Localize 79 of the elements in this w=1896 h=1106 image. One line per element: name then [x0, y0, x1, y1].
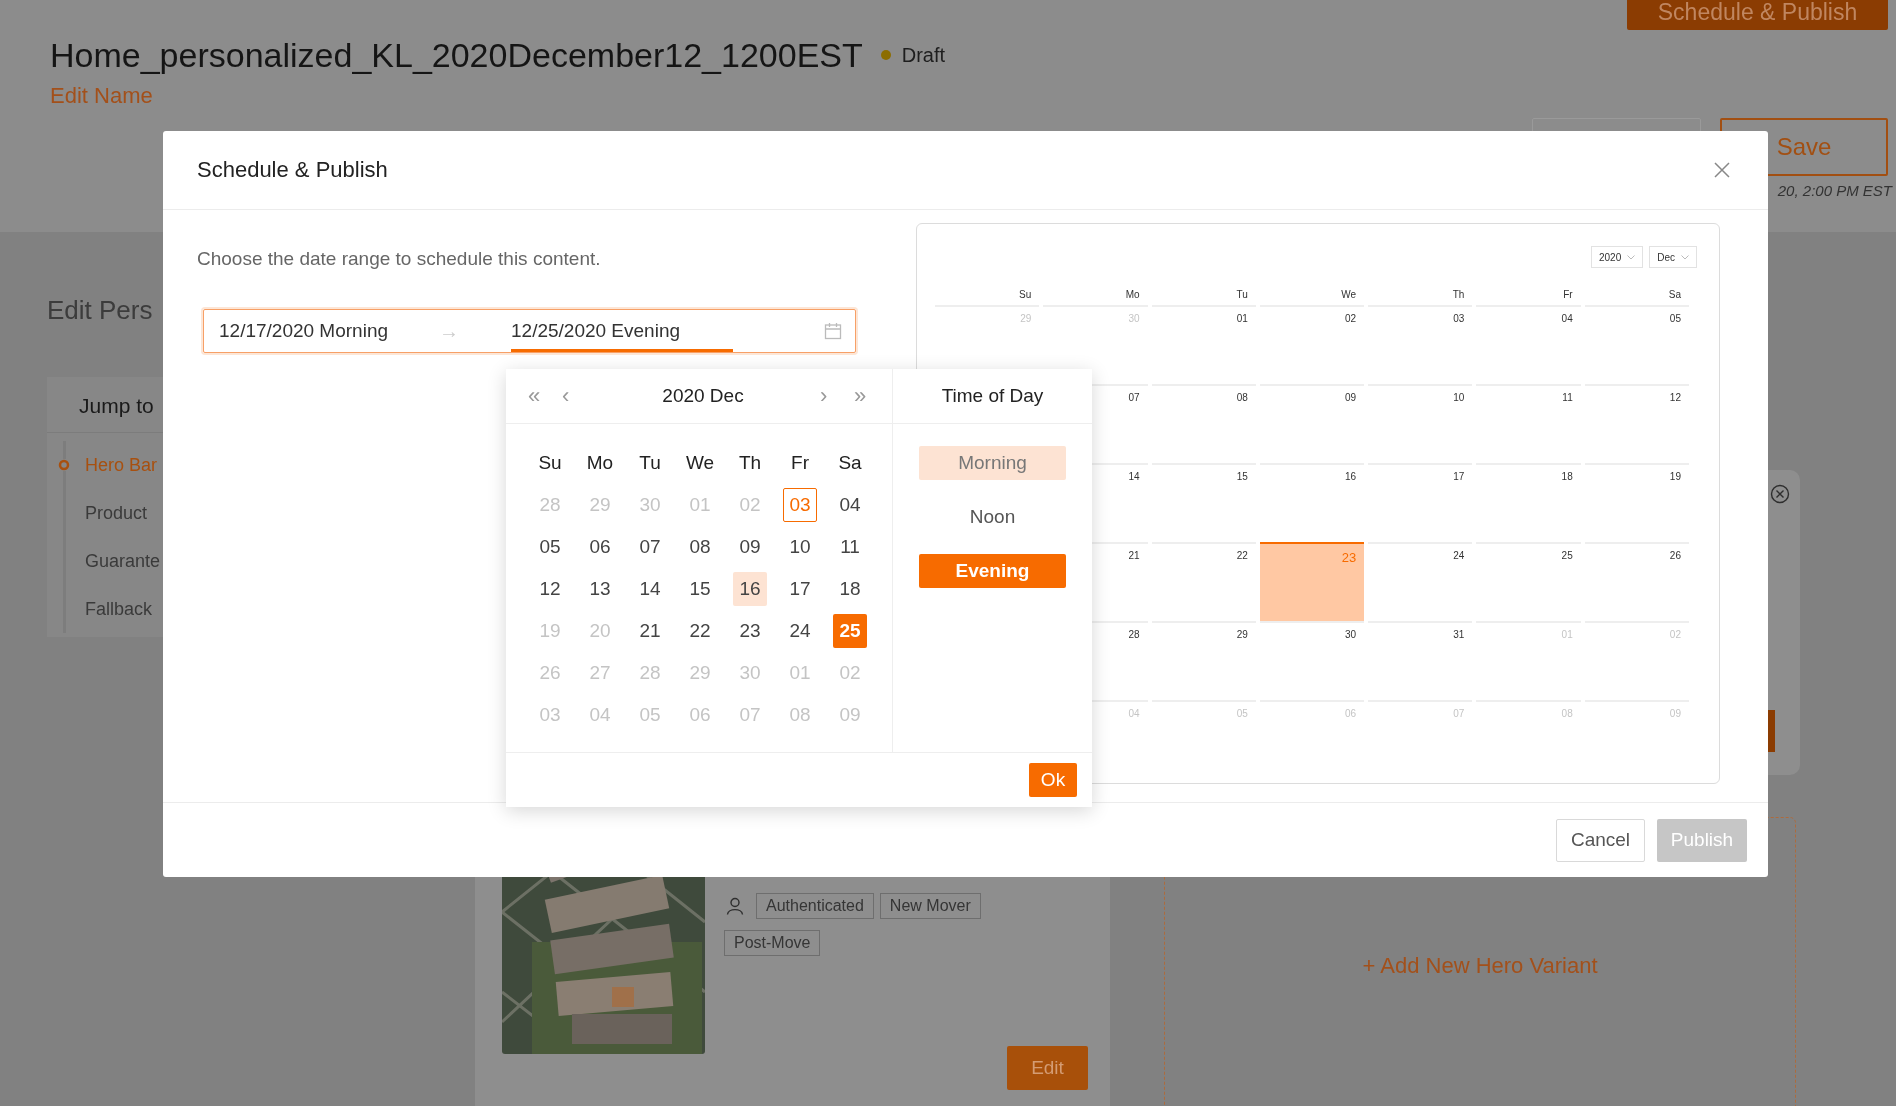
month-label: 2020 Dec — [661, 385, 745, 407]
day-cell[interactable]: 18 — [833, 572, 867, 606]
weekday-label: Su — [537, 451, 563, 475]
day-cell[interactable]: 08 — [683, 530, 717, 564]
day-cell[interactable]: 04 — [833, 488, 867, 522]
calendar-day-cell[interactable]: 02 — [1259, 305, 1365, 384]
calendar-day-cell[interactable]: 29 — [1151, 621, 1256, 700]
day-cell[interactable]: 10 — [783, 530, 817, 564]
weekday-label: Th — [737, 451, 763, 475]
calendar-day-cell[interactable]: 17 — [1368, 463, 1473, 542]
day-cell[interactable]: 07 — [633, 530, 667, 564]
day-cell[interactable]: 11 — [833, 530, 867, 564]
calendar-day-cell[interactable]: 11 — [1476, 384, 1581, 463]
dialog-title: Schedule & Publish — [197, 157, 388, 183]
calendar-day-cell[interactable]: 10 — [1368, 384, 1473, 463]
calendar-day-cell[interactable]: 18 — [1476, 463, 1581, 542]
calendar-day-cell[interactable]: 24 — [1368, 542, 1473, 621]
day-cell[interactable]: 06 — [583, 530, 617, 564]
weekday-label: We — [1340, 289, 1358, 302]
weekday-label: Sa — [837, 451, 863, 475]
time-header: Time of Day — [893, 369, 1092, 424]
day-cell[interactable]: 21 — [633, 614, 667, 648]
day-cell[interactable]: 12 — [533, 572, 567, 606]
calendar-icon — [824, 322, 842, 340]
calendar-day-cell[interactable]: 03 — [1368, 305, 1473, 384]
calendar-day-cell[interactable]: 05 — [1584, 305, 1689, 384]
weekday-label: Th — [1451, 289, 1466, 302]
user-icon — [726, 897, 744, 915]
last-saved-text: 20, 2:00 PM EST — [1777, 182, 1892, 199]
day-cell[interactable]: 16 — [733, 572, 767, 606]
weekday-label: Tu — [638, 451, 662, 475]
date-range-field[interactable]: 12/17/2020 Morning → 12/25/2020 Evening — [203, 309, 856, 353]
calendar-day-cell[interactable]: 25 — [1476, 542, 1581, 621]
weekday-label: Tu — [1235, 289, 1249, 302]
caret-icon — [1627, 254, 1636, 260]
calendar-day-cell[interactable]: 04 — [1476, 305, 1581, 384]
calendar-day-cell[interactable]: 09 — [1259, 384, 1365, 463]
close-icon[interactable] — [1770, 484, 1790, 504]
tag-label: New Mover — [879, 893, 981, 919]
page-title: Home_personalized_KL_2020December12_1200EST — [50, 35, 863, 75]
section-title: Edit Pers — [47, 295, 154, 325]
calendar-day-cell[interactable]: 30 — [1259, 621, 1365, 700]
close-icon[interactable] — [1714, 162, 1730, 178]
month-select[interactable]: Dec — [1649, 246, 1697, 268]
weekday-label: Mo — [585, 451, 615, 475]
cancel-button[interactable]: Cancel — [1556, 818, 1645, 862]
range-arrow: → — [439, 319, 460, 343]
calendar-day-cell[interactable]: 12 — [1584, 384, 1689, 463]
weekday-label: Mo — [1124, 289, 1141, 302]
day-cell[interactable]: 15 — [683, 572, 717, 606]
calendar-day-cell[interactable]: 08 — [1151, 384, 1256, 463]
caret-icon — [1681, 254, 1689, 260]
tag-label: Authenticated — [756, 893, 874, 919]
day-cell[interactable]: 09 — [733, 530, 767, 564]
day-cell[interactable]: 17 — [783, 572, 817, 606]
calendar-day-cell[interactable]: 01 — [1151, 305, 1256, 384]
weekday-label: Su — [1018, 289, 1033, 302]
weekday-label: Sa — [1667, 289, 1682, 302]
calendar-day-cell[interactable]: 31 — [1368, 621, 1473, 700]
end-date-value[interactable]: 12/25/2020 Evening — [511, 310, 733, 352]
start-date-value[interactable]: 12/17/2020 Morning — [219, 310, 439, 352]
day-cell[interactable]: 05 — [533, 530, 567, 564]
weekday-label: We — [684, 451, 716, 475]
instruction-text: Choose the date range to schedule this content. — [197, 248, 602, 270]
tag-label: Post-Move — [724, 930, 821, 956]
weekday-label: Fr — [790, 451, 810, 475]
calendar-day-cell[interactable]: 15 — [1151, 463, 1256, 542]
day-cell[interactable]: 13 — [583, 572, 617, 606]
time-option[interactable]: Morning — [919, 446, 1066, 480]
calendar-day-cell[interactable]: 26 — [1584, 542, 1689, 621]
calendar-day-cell[interactable]: 22 — [1151, 542, 1256, 621]
day-cell[interactable]: 24 — [783, 614, 817, 648]
status-label: Draft — [901, 43, 946, 67]
day-cell[interactable]: 14 — [633, 572, 667, 606]
year-select[interactable]: 2020 — [1590, 246, 1644, 268]
calendar-day-cell[interactable]: 19 — [1584, 463, 1689, 542]
day-cell[interactable]: 23 — [733, 614, 767, 648]
weekday-label: Fr — [1562, 289, 1574, 302]
day-cell[interactable]: 22 — [683, 614, 717, 648]
